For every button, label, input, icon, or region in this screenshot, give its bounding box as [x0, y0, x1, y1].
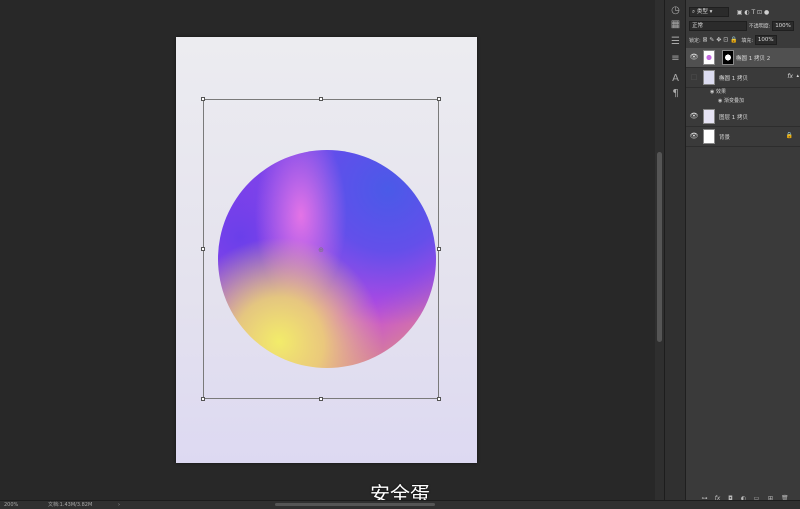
fx-icon[interactable]: fx [787, 73, 793, 80]
filter-icons[interactable]: ▣ ◐ T ⊡ ● [737, 9, 769, 16]
swatches-icon[interactable]: ▦ [669, 18, 682, 31]
eye-icon-hidden[interactable]: □ [689, 73, 699, 82]
layer-name: 椭圆 1 拷贝 [719, 76, 748, 82]
chevron-up-icon[interactable]: ▴ [796, 73, 799, 79]
layer-name: 背景 [719, 135, 731, 141]
libraries-icon[interactable]: ☰ [669, 35, 682, 48]
layers-panel: ⌕ 类型 ▾ ▣ ◐ T ⊡ ● 正常 不透明度: 100% 锁定: ⊠ ✎ ✥… [685, 0, 800, 500]
character-icon[interactable]: A [669, 72, 682, 85]
transform-handle-middle-left[interactable] [201, 247, 205, 251]
layer-name: 椭圆 1 拷贝 2 [736, 56, 771, 62]
scrollbar-thumb[interactable] [657, 152, 662, 342]
layer-row[interactable]: 👁 背景 🔒 [686, 127, 800, 147]
transform-center-icon[interactable]: ⊕ [317, 246, 325, 254]
eye-icon[interactable]: ◉ [718, 98, 722, 104]
eye-icon[interactable]: 👁 [689, 132, 699, 141]
transform-handle-bottom-middle[interactable] [319, 397, 323, 401]
vertical-scrollbar[interactable] [655, 0, 664, 500]
blend-mode-label: 正常 [692, 23, 704, 29]
adjustments-icon[interactable]: ≡ [669, 52, 682, 65]
layer-thumbnail [703, 129, 715, 144]
filter-kind-label: 类型 [696, 9, 708, 15]
effects-row[interactable]: ◉ 效果 [686, 88, 800, 95]
eye-icon[interactable]: 👁 [689, 53, 699, 62]
layer-row[interactable]: 👁 椭圆 1 拷贝 2 [686, 48, 800, 68]
panel-icon-strip: ◷ ▦ ☰ ≡ A ¶ [664, 0, 686, 500]
paragraph-icon[interactable]: ¶ [669, 87, 682, 100]
search-icon: ⌕ [692, 9, 696, 15]
transform-handle-bottom-left[interactable] [201, 397, 205, 401]
effect-name: 渐变叠加 [723, 98, 744, 104]
transform-handle-top-right[interactable] [437, 97, 441, 101]
opacity-input[interactable]: 100% [772, 21, 795, 31]
lock-options-icons[interactable]: ⊠ ✎ ✥ ⊡ 🔒 [702, 37, 737, 44]
effect-row[interactable]: ◉ 渐变叠加 [686, 97, 800, 104]
layer-filter-select[interactable]: ⌕ 类型 ▾ [689, 7, 729, 17]
opacity-label: 不透明度: [748, 23, 771, 30]
eye-icon[interactable]: ◉ [710, 89, 714, 95]
layer-name: 图层 1 拷贝 [719, 115, 748, 121]
history-icon[interactable]: ◷ [669, 4, 682, 17]
transform-handle-top-middle[interactable] [319, 97, 323, 101]
fill-label: 填充: [741, 37, 754, 44]
horizontal-scrollbar-thumb[interactable] [275, 503, 435, 506]
transform-handle-middle-right[interactable] [437, 247, 441, 251]
mask-icon[interactable] [722, 50, 734, 65]
lock-fill-row: 锁定: ⊠ ✎ ✥ ⊡ 🔒 填充: 100% [686, 35, 800, 45]
transform-handle-bottom-right[interactable] [437, 397, 441, 401]
layer-row[interactable]: □ 椭圆 1 拷贝 fx ▴ [686, 68, 800, 88]
eye-icon[interactable]: 👁 [689, 112, 699, 121]
lock-label: 锁定: [689, 37, 701, 44]
transform-handle-top-left[interactable] [201, 97, 205, 101]
layer-filter-row: ⌕ 类型 ▾ ▣ ◐ T ⊡ ● [686, 7, 800, 17]
blend-mode-select[interactable]: 正常 [689, 21, 747, 31]
blend-opacity-row: 正常 不透明度: 100% [686, 21, 800, 31]
layer-thumbnail [703, 109, 715, 124]
fill-input[interactable]: 100% [754, 35, 777, 45]
layer-row[interactable]: 👁 图层 1 拷贝 [686, 107, 800, 127]
effects-label: 效果 [715, 89, 726, 95]
lock-icon: 🔒 [785, 132, 793, 139]
layer-thumbnail [703, 50, 715, 65]
layer-thumbnail [703, 70, 715, 85]
